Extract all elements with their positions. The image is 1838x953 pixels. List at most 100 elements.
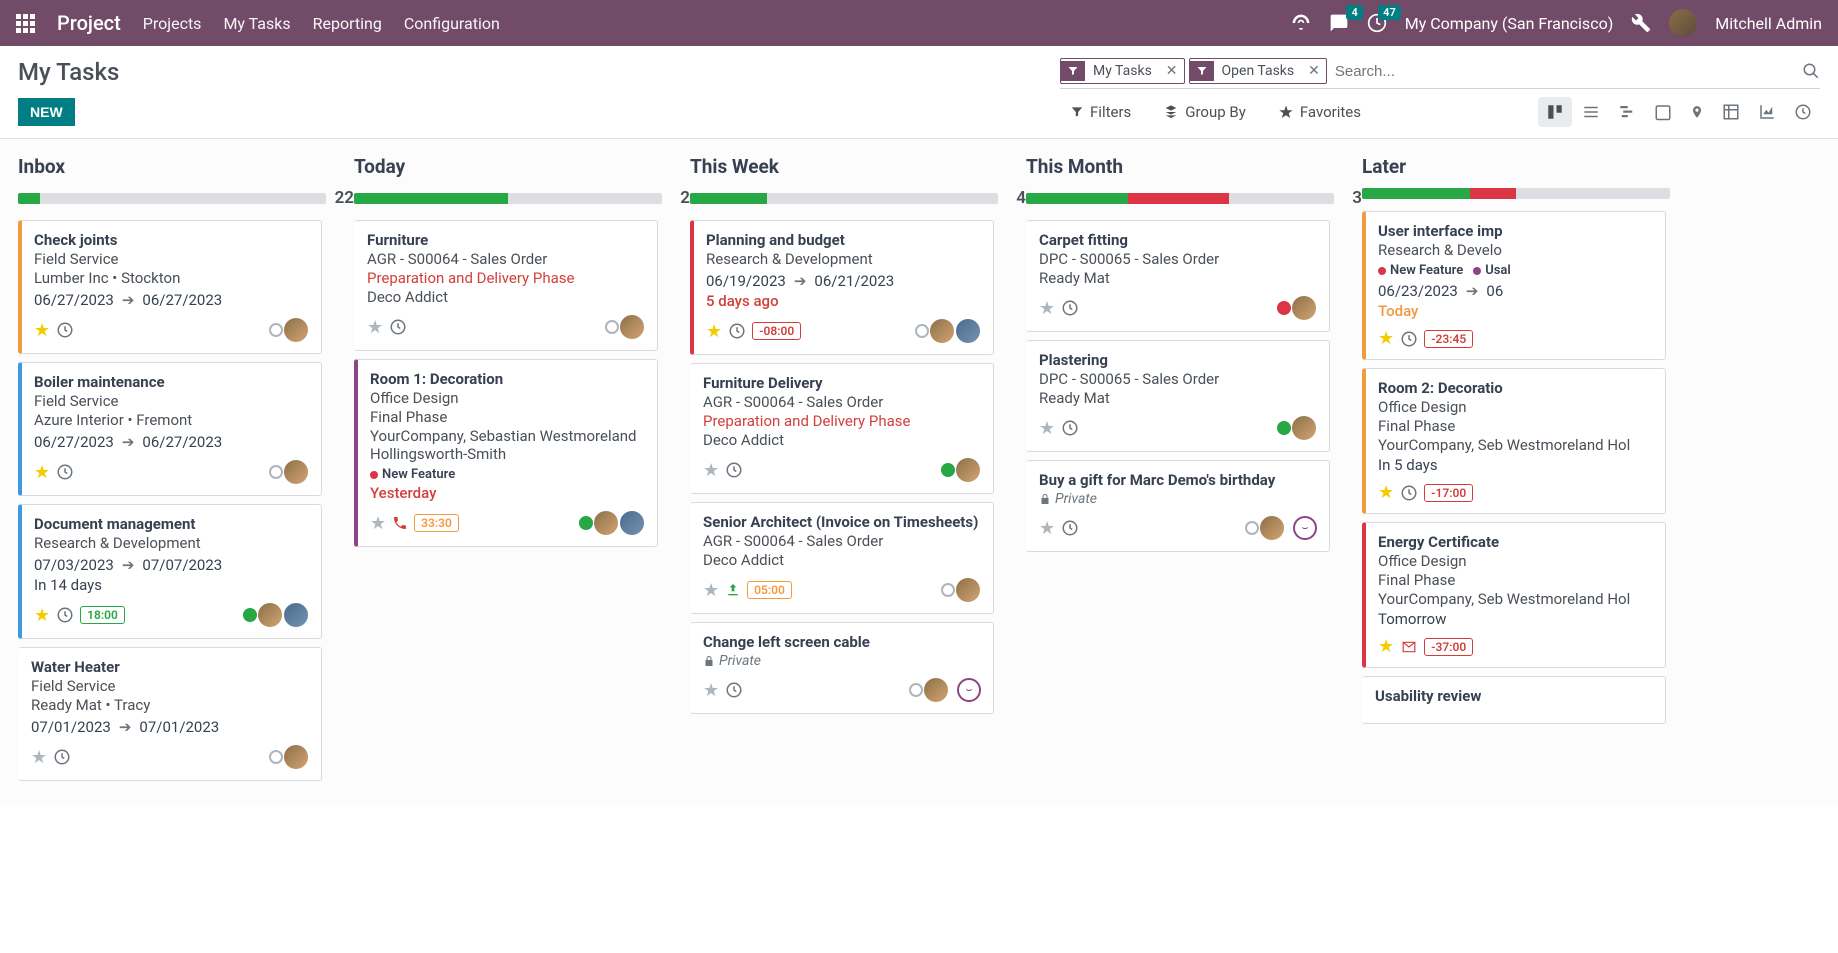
assignee-avatar[interactable] <box>619 314 645 340</box>
status-dot[interactable] <box>269 750 283 764</box>
favorites-button[interactable]: Favorites <box>1268 99 1371 125</box>
star-icon[interactable]: ★ <box>34 605 50 626</box>
filter-chip-open-tasks[interactable]: Open Tasks ✕ <box>1189 58 1327 84</box>
star-icon[interactable]: ★ <box>34 320 50 341</box>
voip-icon[interactable] <box>1291 13 1311 33</box>
progress-bar[interactable] <box>690 193 998 204</box>
assignee-avatar[interactable] <box>1291 415 1317 441</box>
star-icon[interactable]: ★ <box>706 321 722 342</box>
task-card[interactable]: Room 2: DecoratioOffice DesignFinal Phas… <box>1362 368 1666 514</box>
assignee-avatar[interactable] <box>955 457 981 483</box>
new-button[interactable]: NEW <box>18 98 75 126</box>
assignee-avatar[interactable] <box>593 510 619 536</box>
column-title[interactable]: Later <box>1362 155 1406 178</box>
clock-icon[interactable] <box>1061 299 1079 317</box>
status-dot[interactable] <box>579 516 593 530</box>
clock-icon[interactable] <box>56 606 74 624</box>
star-icon[interactable]: ★ <box>1378 636 1394 657</box>
task-card[interactable]: Water HeaterField ServiceReady Mat • Tra… <box>18 647 322 781</box>
user-name[interactable]: Mitchell Admin <box>1715 14 1822 33</box>
nav-my-tasks[interactable]: My Tasks <box>223 14 290 33</box>
view-calendar[interactable] <box>1646 97 1680 127</box>
clock-icon[interactable] <box>53 748 71 766</box>
rating-icon[interactable]: ⌣ <box>1293 516 1317 540</box>
task-card[interactable]: Document managementResearch & Developmen… <box>18 504 322 639</box>
status-dot[interactable] <box>909 683 923 697</box>
clock-icon[interactable] <box>1061 519 1079 537</box>
task-card[interactable]: Carpet fittingDPC - S00065 - Sales Order… <box>1026 220 1330 332</box>
task-card[interactable]: FurnitureAGR - S00064 - Sales OrderPrepa… <box>354 220 658 351</box>
task-card[interactable]: PlasteringDPC - S00065 - Sales OrderRead… <box>1026 340 1330 452</box>
view-gantt[interactable] <box>1610 97 1644 127</box>
progress-bar[interactable] <box>1026 193 1334 204</box>
column-title[interactable]: Inbox <box>18 155 65 178</box>
progress-bar[interactable] <box>354 193 662 204</box>
status-dot[interactable] <box>1245 521 1259 535</box>
clock-icon[interactable] <box>56 463 74 481</box>
assignee-avatar[interactable] <box>283 744 309 770</box>
status-dot[interactable] <box>269 323 283 337</box>
star-icon[interactable]: ★ <box>1378 482 1394 503</box>
clock-icon[interactable] <box>728 322 746 340</box>
clock-icon[interactable] <box>725 681 743 699</box>
column-title[interactable]: This Week <box>690 155 779 178</box>
search-input[interactable] <box>1331 59 1802 84</box>
progress-bar[interactable] <box>1362 188 1670 199</box>
assignee-avatar[interactable] <box>1291 295 1317 321</box>
assignee-avatar[interactable] <box>619 510 645 536</box>
assignee-avatar[interactable] <box>1259 515 1285 541</box>
task-card[interactable]: Furniture DeliveryAGR - S00064 - Sales O… <box>690 363 994 494</box>
task-card[interactable]: Check jointsField ServiceLumber Inc • St… <box>18 220 322 354</box>
status-dot[interactable] <box>915 324 929 338</box>
assignee-avatar[interactable] <box>955 577 981 603</box>
nav-reporting[interactable]: Reporting <box>313 14 382 33</box>
search-icon[interactable] <box>1802 62 1820 80</box>
task-card[interactable]: Buy a gift for Marc Demo's birthdayPriva… <box>1026 460 1330 552</box>
status-dot[interactable] <box>1277 421 1291 435</box>
star-icon[interactable]: ★ <box>1378 328 1394 349</box>
star-icon[interactable]: ★ <box>1039 298 1055 319</box>
column-title[interactable]: This Month <box>1026 155 1123 178</box>
view-activity[interactable] <box>1786 97 1820 127</box>
rating-icon[interactable]: ⌣ <box>957 678 981 702</box>
clock-icon[interactable] <box>1061 419 1079 437</box>
view-pivot[interactable] <box>1714 97 1748 127</box>
user-avatar[interactable] <box>1669 9 1697 37</box>
clock-icon[interactable] <box>389 318 407 336</box>
assignee-avatar[interactable] <box>955 318 981 344</box>
status-dot[interactable] <box>243 608 257 622</box>
task-card[interactable]: User interface impResearch & DeveloNew F… <box>1362 211 1666 360</box>
task-card[interactable]: Energy CertificateOffice DesignFinal Pha… <box>1362 522 1666 668</box>
star-icon[interactable]: ★ <box>34 462 50 483</box>
task-card[interactable]: Senior Architect (Invoice on Timesheets)… <box>690 502 994 614</box>
star-icon[interactable]: ★ <box>703 460 719 481</box>
status-dot[interactable] <box>941 463 955 477</box>
phone-icon[interactable] <box>392 515 408 531</box>
view-kanban[interactable] <box>1538 97 1572 127</box>
task-card[interactable]: Room 1: DecorationOffice DesignFinal Pha… <box>354 359 658 547</box>
star-icon[interactable]: ★ <box>703 680 719 701</box>
view-map[interactable] <box>1682 97 1712 127</box>
task-card[interactable]: Change left screen cablePrivate★⌣ <box>690 622 994 714</box>
view-graph[interactable] <box>1750 97 1784 127</box>
status-dot[interactable] <box>269 465 283 479</box>
messages-icon[interactable]: 4 <box>1329 13 1349 33</box>
assignee-avatar[interactable] <box>283 459 309 485</box>
star-icon[interactable]: ★ <box>1039 418 1055 439</box>
debug-icon[interactable] <box>1631 13 1651 33</box>
assignee-avatar[interactable] <box>283 317 309 343</box>
company-selector[interactable]: My Company (San Francisco) <box>1405 14 1614 33</box>
column-title[interactable]: Today <box>354 155 405 178</box>
task-card[interactable]: Usability review <box>1362 676 1666 724</box>
assignee-avatar[interactable] <box>257 602 283 628</box>
status-dot[interactable] <box>941 583 955 597</box>
status-dot[interactable] <box>1277 301 1291 315</box>
star-icon[interactable]: ★ <box>367 317 383 338</box>
activities-icon[interactable]: 47 <box>1367 13 1387 33</box>
envelope-icon[interactable] <box>1400 640 1418 654</box>
star-icon[interactable]: ★ <box>703 580 719 601</box>
app-name[interactable]: Project <box>57 11 121 35</box>
view-list[interactable] <box>1574 97 1608 127</box>
filter-chip-my-tasks[interactable]: My Tasks ✕ <box>1060 58 1185 84</box>
assignee-avatar[interactable] <box>923 677 949 703</box>
